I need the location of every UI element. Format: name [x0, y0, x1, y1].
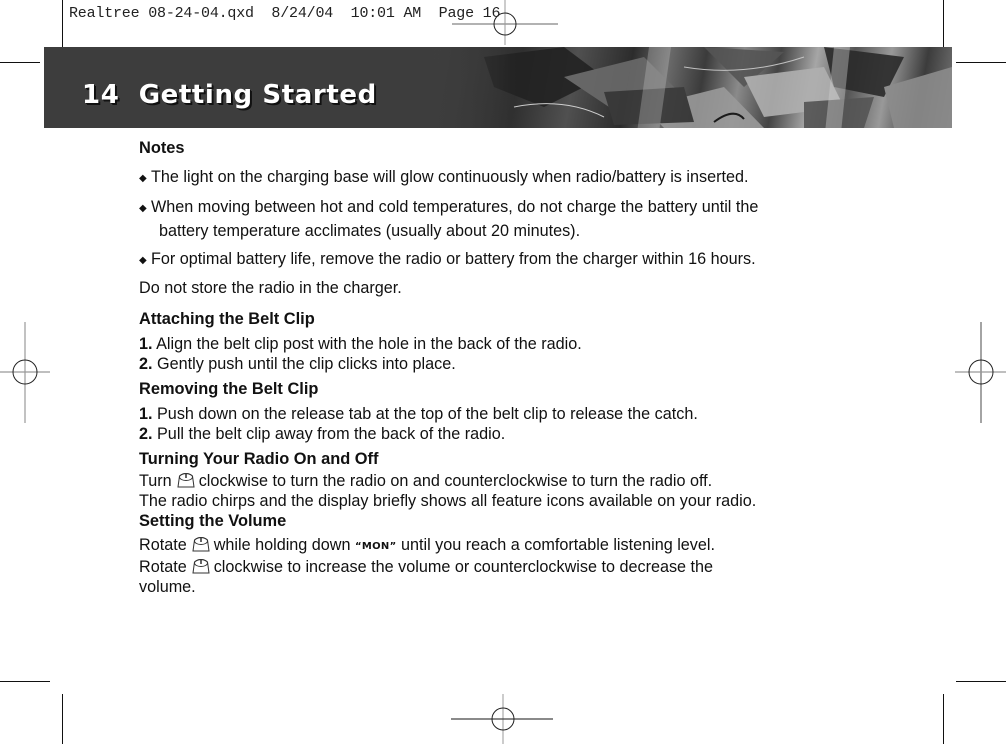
- note-bullet: ◆ The light on the charging base will glo…: [139, 166, 879, 190]
- notes-footer: Do not store the radio in the charger.: [139, 279, 402, 297]
- note-bullet-continuation: battery temperature acclimates (usually …: [159, 222, 581, 240]
- removing-step: 1. Push down on the release tab at the t…: [139, 405, 698, 423]
- attaching-step: 1. Align the belt clip post with the hol…: [139, 335, 582, 353]
- page-title: 14 Getting Started: [82, 80, 377, 110]
- slug-line: Realtree 08-24-04.qxd 8/24/04 10:01 AM P…: [69, 5, 501, 22]
- registration-mark-top: [452, 0, 558, 45]
- note-bullet: ◆ For optimal battery life, remove the ra…: [139, 248, 879, 272]
- crop-mark-br-h: [956, 681, 1006, 682]
- diamond-bullet-icon: ◆: [139, 203, 147, 214]
- crop-mark-tl-v: [62, 0, 63, 47]
- turning-heading: Turning Your Radio On and Off: [139, 450, 379, 468]
- removing-heading: Removing the Belt Clip: [139, 380, 319, 398]
- knob-icon: [177, 473, 195, 488]
- knob-icon: [192, 559, 210, 574]
- attaching-heading: Attaching the Belt Clip: [139, 310, 315, 328]
- crop-mark-bl-h: [0, 681, 50, 682]
- registration-mark-left: [0, 322, 50, 423]
- crop-mark-tr-v: [943, 0, 944, 47]
- removing-step: 2. Pull the belt clip away from the back…: [139, 425, 506, 443]
- notes-heading: Notes: [139, 139, 185, 157]
- section-title: Getting Started: [138, 80, 377, 110]
- crop-mark-tl-h: [0, 62, 40, 63]
- note-bullet: ◆ When moving between hot and cold temper…: [139, 196, 879, 220]
- page-number: 14: [82, 80, 120, 110]
- crop-mark-tr-h: [956, 62, 1006, 63]
- volume-line: Rotate while holding down “MON” until you…: [139, 536, 715, 554]
- header-banner: 14 Getting Started: [44, 47, 952, 128]
- knob-icon: [192, 537, 210, 552]
- volume-line: Rotate clockwise to increase the volume o…: [139, 558, 714, 576]
- registration-mark-right: [955, 322, 1006, 423]
- turning-line: The radio chirps and the display briefly…: [139, 492, 757, 510]
- volume-line: volume.: [139, 578, 196, 596]
- crop-mark-bl-v: [62, 694, 63, 744]
- diamond-bullet-icon: ◆: [139, 255, 147, 266]
- crop-mark-br-v: [943, 694, 944, 744]
- diamond-bullet-icon: ◆: [139, 173, 147, 184]
- attaching-step: 2. Gently push until the clip clicks int…: [139, 355, 456, 373]
- mon-button-label: “MON”: [355, 541, 397, 552]
- registration-mark-bottom: [451, 694, 553, 744]
- volume-heading: Setting the Volume: [139, 512, 287, 530]
- turning-line: Turn clockwise to turn the radio on and c…: [139, 472, 713, 490]
- page-content: Notes ◆ The light on the charging base wi…: [139, 137, 879, 597]
